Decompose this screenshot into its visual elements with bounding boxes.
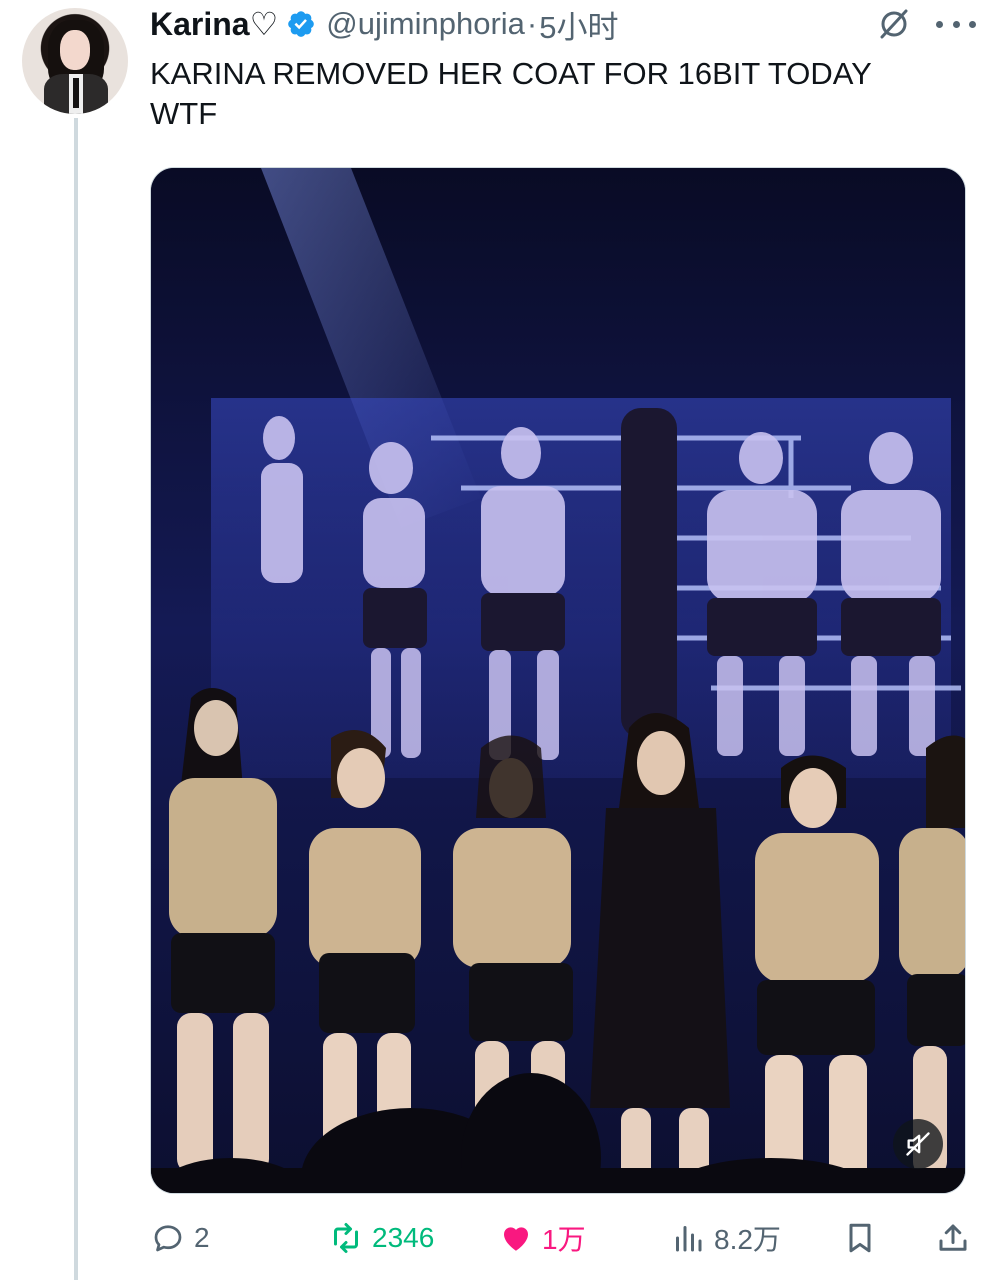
action-bar: 2 2346 1万 8.2万 <box>150 1212 980 1264</box>
timestamp[interactable]: 5小时 <box>539 2 618 47</box>
handle[interactable]: @ujiminphoria <box>326 6 525 42</box>
reply-count: 2 <box>194 1222 210 1253</box>
views-button[interactable]: 8.2万 <box>670 1212 781 1264</box>
tweet-video[interactable] <box>150 167 966 1194</box>
comment-bubble-icon <box>154 1225 182 1252</box>
retweet-count: 2346 <box>372 1222 435 1253</box>
bar-chart-icon <box>676 1226 702 1252</box>
grok-icon[interactable] <box>876 6 912 42</box>
retweet-button[interactable]: 2346 <box>328 1212 434 1264</box>
more-dots-icon[interactable] <box>936 10 976 38</box>
heart-filled-icon <box>503 1227 529 1251</box>
speaker-muted-icon <box>906 1132 930 1156</box>
display-name[interactable]: Karina♡ <box>150 5 278 43</box>
separator-dot: · <box>526 6 538 41</box>
bookmark-icon <box>849 1223 871 1253</box>
verified-badge-icon <box>288 11 315 37</box>
view-count: 8.2万 <box>714 1224 781 1255</box>
thread-line <box>74 118 78 1280</box>
like-count: 1万 <box>542 1224 586 1255</box>
tweet-text: KARINA REMOVED HER COAT FOR 16BIT TODAY … <box>150 56 872 131</box>
share-button[interactable] <box>935 1212 971 1264</box>
share-icon <box>939 1224 967 1251</box>
avatar[interactable] <box>22 8 128 114</box>
mute-button[interactable] <box>893 1119 943 1169</box>
like-button[interactable]: 1万 <box>498 1212 586 1264</box>
retweet-icon <box>334 1223 358 1253</box>
bookmark-button[interactable] <box>842 1212 878 1264</box>
reply-button[interactable]: 2 <box>150 1212 210 1264</box>
video-frame <box>151 168 965 1193</box>
tweet-header: Karina♡ @ujiminphoria · 5小时 <box>150 0 618 48</box>
